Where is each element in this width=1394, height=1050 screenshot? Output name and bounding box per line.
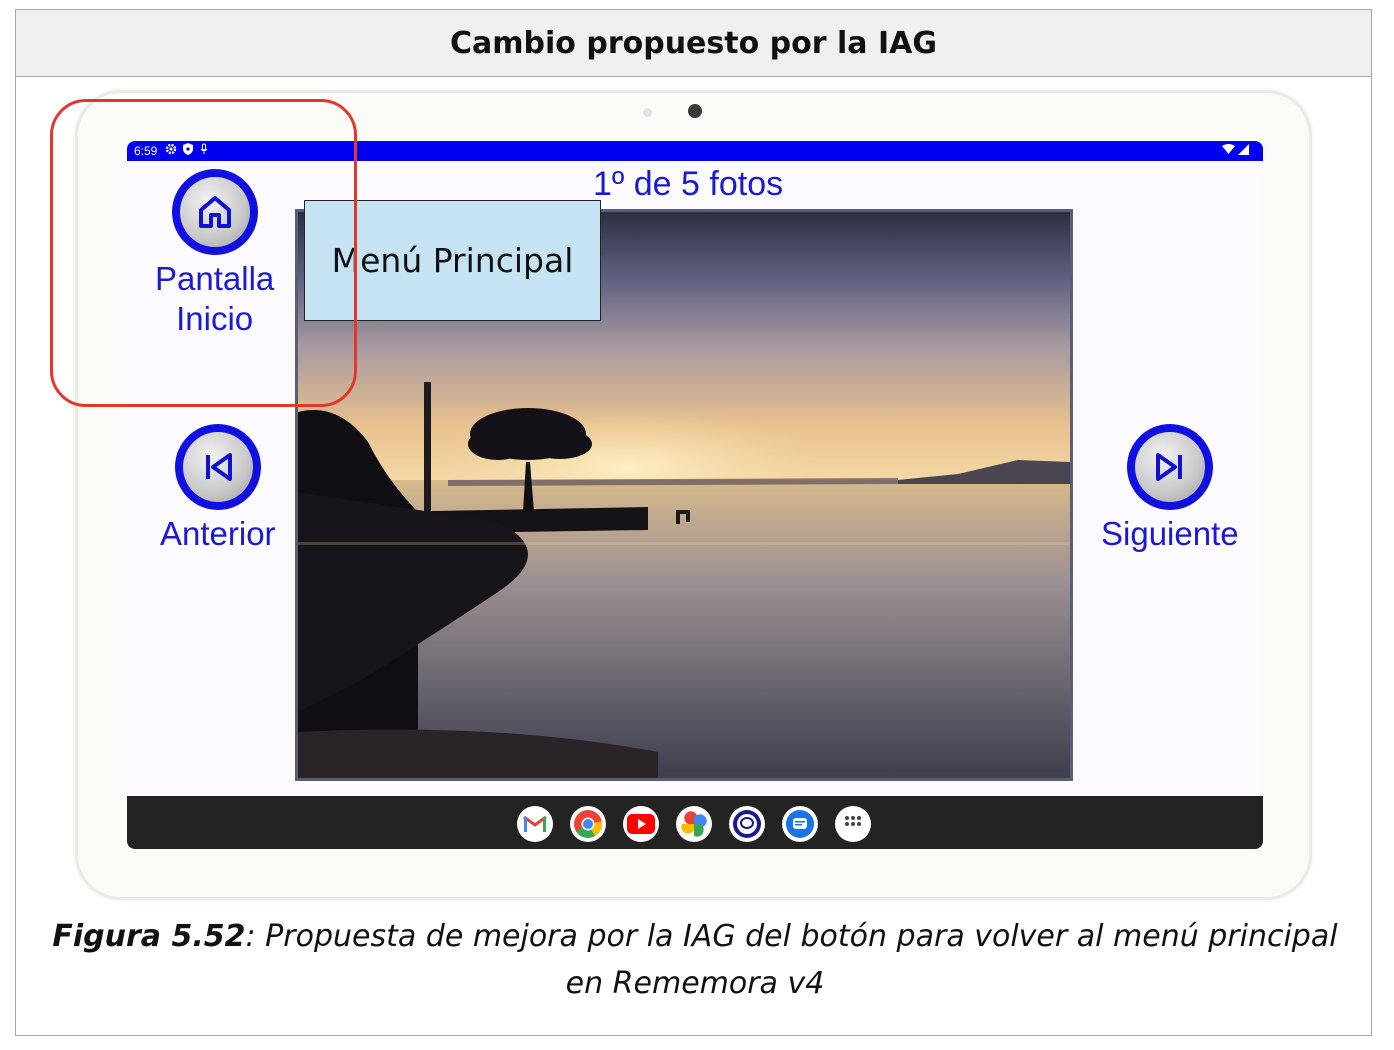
sensor-dot (643, 108, 652, 117)
figure-caption: Figura 5.52: Propuesta de mejora por la … (40, 913, 1350, 1007)
next-button[interactable]: Siguiente (1101, 424, 1239, 554)
youtube-icon[interactable] (623, 806, 659, 842)
figure-caption-text: : Propuesta de mejora por la IAG del bot… (245, 919, 1338, 1001)
highlight-outline (50, 99, 357, 407)
app-dock (127, 796, 1263, 849)
signal-icon (1238, 144, 1249, 155)
rememora-icon[interactable] (729, 806, 765, 842)
gmail-icon[interactable] (517, 806, 553, 842)
previous-label: Anterior (160, 515, 276, 552)
skip-next-icon (1155, 453, 1182, 481)
camera-icon (688, 104, 702, 118)
next-label: Siguiente (1101, 515, 1239, 552)
figure-header: Cambio propuesto por la IAG (16, 10, 1371, 77)
app-drawer-icon[interactable] (835, 806, 871, 842)
photo-counter: 1º de 5 fotos (593, 165, 784, 203)
skip-previous-icon (205, 453, 232, 481)
figure-label: Figura 5.52 (52, 919, 246, 954)
wifi-icon (1221, 144, 1235, 154)
photos-icon[interactable] (676, 806, 712, 842)
messages-icon[interactable] (782, 806, 818, 842)
previous-button[interactable]: Anterior (160, 424, 276, 554)
chrome-icon[interactable] (570, 806, 606, 842)
